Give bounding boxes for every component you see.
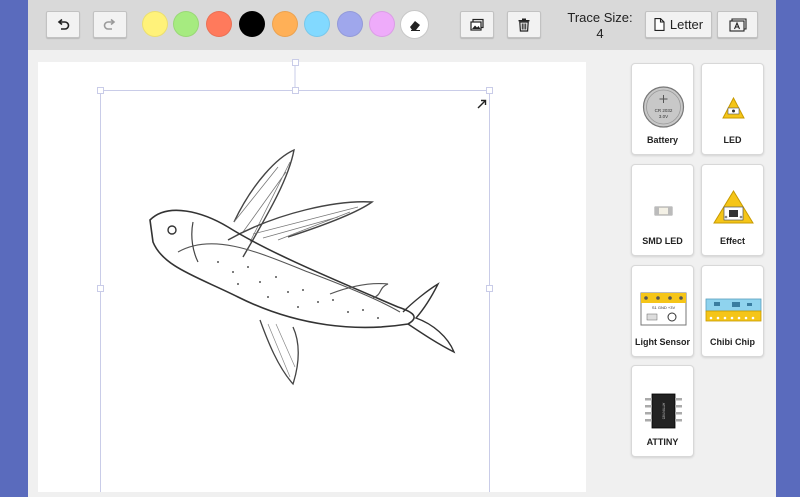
redo-icon <box>103 18 116 30</box>
eraser-icon <box>409 20 420 31</box>
part-effect[interactable]: Effect <box>701 164 764 256</box>
resize-handle[interactable] <box>486 285 493 292</box>
battery-model-text: CR 2032 <box>655 108 673 113</box>
part-chibi-chip[interactable]: Chibi Chip <box>701 265 764 357</box>
color-swatch[interactable] <box>337 11 363 37</box>
part-light-sensor[interactable]: S1 GND +3V Light Sensor <box>631 265 694 357</box>
part-attiny[interactable]: ATTINY85 ATTINY <box>631 365 694 457</box>
part-smd-led-label: SMD LED <box>642 236 683 246</box>
drawing-canvas[interactable] <box>38 59 586 493</box>
color-swatch[interactable] <box>173 11 199 37</box>
resize-handle[interactable] <box>486 87 493 94</box>
resize-arrow-icon[interactable] <box>477 96 487 114</box>
battery-voltage-text: 3.0V <box>659 114 668 119</box>
part-attiny-label: ATTINY <box>646 437 679 447</box>
part-battery-label: Battery <box>646 135 678 145</box>
color-swatch[interactable] <box>304 11 330 37</box>
light-sensor-pin-text: S1 GND +3V <box>652 305 676 310</box>
page-icon <box>654 18 665 31</box>
redo-button[interactable] <box>93 11 127 38</box>
color-swatch[interactable] <box>369 11 395 37</box>
paper-size-button[interactable]: Letter <box>645 11 712 38</box>
part-chibi-chip-label: Chibi Chip <box>710 337 755 347</box>
trace-size-display: Trace Size: 4 <box>560 10 640 42</box>
color-swatch[interactable] <box>142 11 168 37</box>
eraser-button[interactable] <box>400 10 429 39</box>
rotate-handle[interactable] <box>292 59 299 66</box>
undo-button[interactable] <box>46 11 80 38</box>
trace-size-label: Trace Size: <box>567 10 633 25</box>
text-frame-button[interactable] <box>717 11 758 38</box>
toolbar: Trace Size: 4 Letter <box>28 0 776 50</box>
delete-button[interactable] <box>507 11 541 38</box>
part-light-sensor-label: Light Sensor <box>634 337 690 347</box>
text-frame-icon <box>728 17 747 32</box>
resize-handle[interactable] <box>97 87 104 94</box>
color-swatch[interactable] <box>206 11 232 37</box>
image-icon <box>469 18 484 31</box>
part-battery[interactable]: CR 2032 3.0V Battery <box>631 63 694 155</box>
resize-handle[interactable] <box>292 87 299 94</box>
trace-size-value: 4 <box>596 26 604 41</box>
undo-icon <box>57 18 70 30</box>
part-led[interactable]: LED <box>701 63 764 155</box>
trash-icon <box>518 18 530 32</box>
color-swatch[interactable] <box>239 11 265 37</box>
part-effect-label: Effect <box>719 236 745 246</box>
attiny-chip-text: ATTINY85 <box>662 403 666 420</box>
resize-handle[interactable] <box>97 285 104 292</box>
flying-fish-sketch <box>100 62 490 493</box>
part-led-label: LED <box>723 135 742 145</box>
color-swatch[interactable] <box>272 11 298 37</box>
part-smd-led[interactable]: SMD LED <box>631 164 694 256</box>
app-window: Trace Size: 4 Letter CR 2032 3.0V Batter… <box>28 0 776 497</box>
add-image-button[interactable] <box>460 11 494 38</box>
paper-size-label: Letter <box>669 17 704 32</box>
